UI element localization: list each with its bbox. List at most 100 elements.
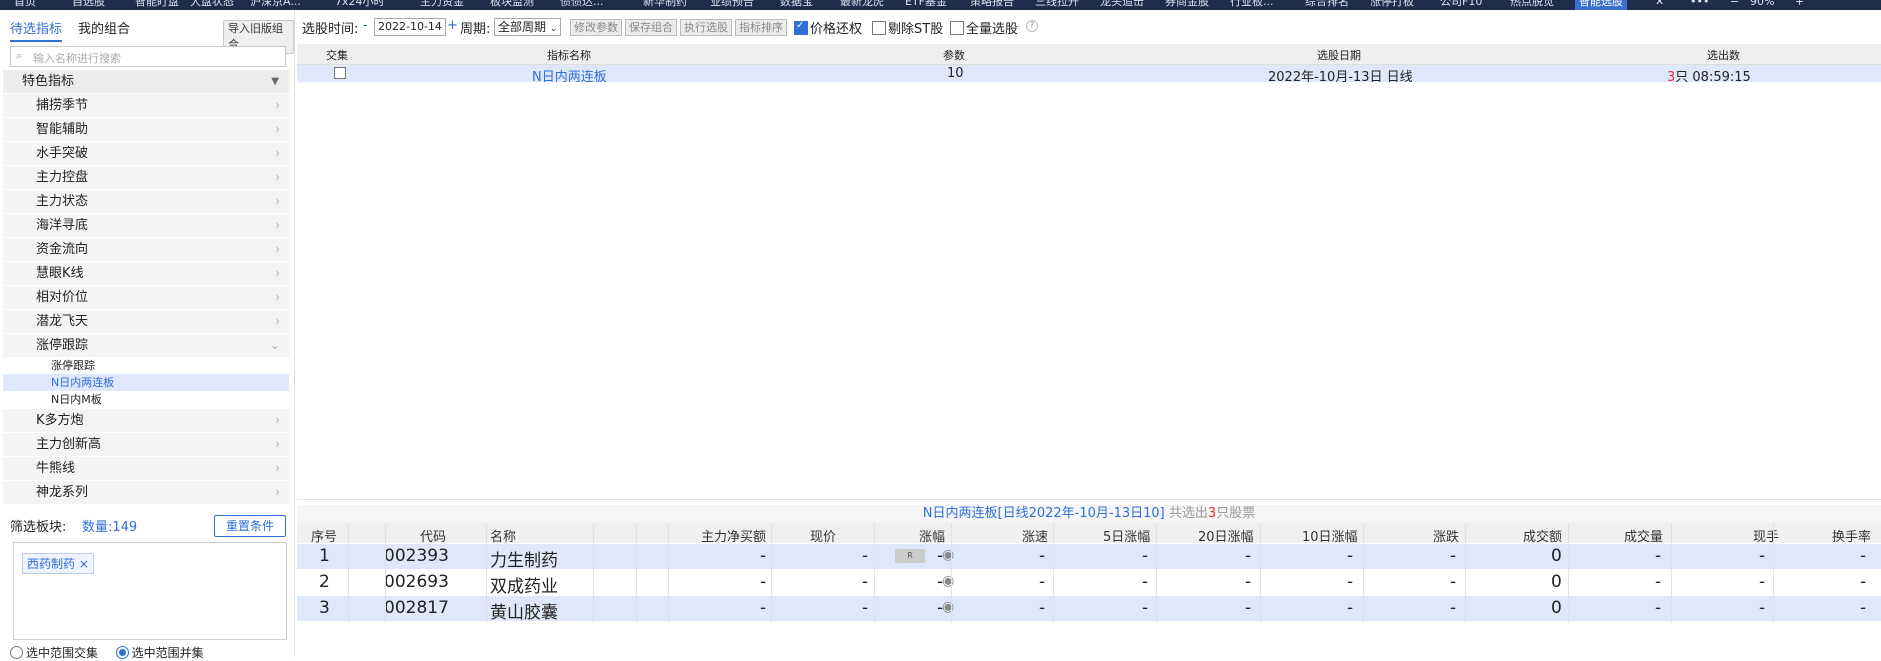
tree-subitem-selected[interactable]: N日内两连板 <box>3 374 289 391</box>
nav-item[interactable]: 债债达... <box>560 0 604 10</box>
nav-item[interactable]: 数据宝 <box>780 0 813 10</box>
eye-icon[interactable]: ◉ <box>942 599 954 615</box>
indicator-sort-button[interactable]: 指标排序 <box>735 19 787 36</box>
tree-subitem[interactable]: N日内M板 <box>3 391 289 408</box>
tree-item[interactable]: 主力状态 › <box>3 189 289 213</box>
col-header[interactable]: 成交量 <box>1624 526 1663 545</box>
tree-item[interactable]: 牛熊线 › <box>3 456 289 480</box>
col-header[interactable]: 10日涨幅 <box>1302 526 1358 545</box>
nav-item[interactable]: ETF基金 <box>905 0 947 10</box>
sector-tag[interactable]: 西药制药 × <box>22 553 94 574</box>
nav-item[interactable]: 新华制药 <box>643 0 687 10</box>
col-header[interactable]: 5日涨幅 <box>1103 526 1150 545</box>
nav-item[interactable]: 业绩预告 <box>710 0 754 10</box>
nav-item[interactable]: 沪深京A... <box>250 0 301 10</box>
col-header[interactable]: 涨跌 <box>1433 526 1459 545</box>
r-badge[interactable]: R <box>895 549 925 563</box>
date-input[interactable]: 2022-10-14 <box>374 18 446 36</box>
reset-conditions-button[interactable]: 重置条件 <box>214 515 286 537</box>
col-header[interactable]: 现手 <box>1753 526 1779 545</box>
tree-item[interactable]: 主力控盘 › <box>3 165 289 189</box>
nav-item[interactable]: 智能盯盘 <box>135 0 179 10</box>
tree-subitem[interactable]: 涨停跟踪 <box>3 357 289 374</box>
results-title: N日内两连板[日线2022年-10月-13日10] <box>922 506 1165 521</box>
more-icon[interactable]: ••• <box>1690 0 1709 10</box>
tree-item[interactable]: 神龙系列 › <box>3 480 289 504</box>
radio-union[interactable] <box>115 646 129 659</box>
table-row[interactable]: 2 002693 双成药业 ◉ - - - - - - - - 0 - - - <box>297 570 1881 597</box>
col-header[interactable]: 成交额 <box>1523 526 1562 545</box>
date-plus-button[interactable]: + <box>447 18 458 33</box>
exclude-st-checkbox[interactable]: 剔除ST股 <box>872 18 943 37</box>
cell-value: 0 <box>1551 572 1562 592</box>
radio-intersection[interactable] <box>10 646 23 659</box>
modify-params-button[interactable]: 修改参数 <box>570 19 622 36</box>
zoom-out-icon[interactable]: − <box>1730 0 1739 10</box>
nav-item[interactable]: 最新龙虎 <box>840 0 884 10</box>
nav-item[interactable]: 涨停打板 <box>1370 0 1414 10</box>
stock-name[interactable]: 力生制药 <box>490 546 558 571</box>
table-row[interactable]: 1 002393 力生制药 R ◉ - - - - - - - - 0 - - … <box>297 544 1881 571</box>
col-header[interactable]: 代码 <box>420 526 446 545</box>
nav-item[interactable]: 三线拉升 <box>1035 0 1079 10</box>
table-row[interactable]: 3 002817 黄山胶囊 ◉ - - - - - - - - 0 - - - <box>297 596 1881 623</box>
tab-my-combos[interactable]: 我的组合 <box>78 18 130 37</box>
nav-item[interactable]: 龙头追击 <box>1100 0 1144 10</box>
cell-value: - <box>1450 598 1457 618</box>
col-header[interactable]: 20日涨幅 <box>1198 526 1254 545</box>
tree-item[interactable]: 智能辅助 › <box>3 117 289 141</box>
nav-item[interactable]: 综合排名 <box>1305 0 1349 10</box>
period-select[interactable]: 全部周期 ⌄ <box>494 18 562 36</box>
tree-item[interactable]: 相对价位 › <box>3 285 289 309</box>
nav-item[interactable]: 公司F10 <box>1440 0 1482 10</box>
price-adjust-checkbox[interactable]: 价格还权 <box>794 18 862 37</box>
tab-candidate-indicators[interactable]: 待选指标 <box>10 18 63 42</box>
tree-item[interactable]: 慧眼K线 › <box>3 261 289 285</box>
help-icon[interactable]: ? <box>1026 20 1038 32</box>
full-select-checkbox[interactable]: 全量选股 <box>950 18 1018 37</box>
tree-item-label: 捕捞季节 <box>36 98 89 113</box>
cell-value: - <box>1347 598 1354 618</box>
stock-name[interactable]: 双成药业 <box>490 572 558 597</box>
tree-item[interactable]: 资金流向 › <box>3 237 289 261</box>
col-header[interactable]: 涨速 <box>1022 526 1048 545</box>
eye-icon[interactable]: ◉ <box>942 547 954 563</box>
tree-group-featured[interactable]: 特色指标 ▼ <box>3 70 289 93</box>
nav-item-smart-select[interactable]: 智能选股 <box>1575 0 1627 10</box>
col-header[interactable]: 名称 <box>490 526 516 545</box>
tree-item[interactable]: 潜龙飞天 › <box>3 309 289 333</box>
tree-item[interactable]: 捕捞季节 › <box>3 93 289 117</box>
range-radio-group: 选中范围交集 选中范围并集 <box>10 644 204 661</box>
stock-name[interactable]: 黄山胶囊 <box>490 598 558 623</box>
tree-item[interactable]: 海洋寻底 › <box>3 213 289 237</box>
col-header[interactable]: 换手率 <box>1832 526 1871 545</box>
nav-item[interactable]: 7x24小时 <box>335 0 385 10</box>
nav-item[interactable]: 行业板... <box>1230 0 1274 10</box>
nav-item[interactable]: 策略报告 <box>970 0 1014 10</box>
zoom-in-icon[interactable]: + <box>1795 0 1804 10</box>
nav-item-watchlist[interactable]: 自选股 <box>72 0 105 10</box>
intersection-checkbox[interactable] <box>334 67 346 79</box>
col-header[interactable]: 涨幅 <box>919 526 945 545</box>
eye-icon[interactable]: ◉ <box>942 573 954 589</box>
col-header[interactable]: 现价 <box>810 526 836 545</box>
date-minus-button[interactable]: - <box>363 18 368 33</box>
nav-item[interactable]: 热点脱觉 <box>1510 0 1554 10</box>
nav-item[interactable]: 主力资金 <box>420 0 464 10</box>
tree-item[interactable]: 水手突破 › <box>3 141 289 165</box>
nav-item[interactable]: 板块监测 <box>490 0 534 10</box>
group-label: 特色指标 <box>22 74 75 89</box>
indicator-table-row[interactable]: N日内两连板 10 2022年-10月-13日 日线 3只 08:59:15 <box>297 65 1881 85</box>
nav-item[interactable]: 大盘状态 <box>190 0 234 10</box>
execute-select-button[interactable]: 执行选股 <box>680 19 732 36</box>
nav-item[interactable]: 券商金股 <box>1165 0 1209 10</box>
tree-item[interactable]: K多方炮 › <box>3 408 289 432</box>
save-combo-button[interactable]: 保存组合 <box>625 19 677 36</box>
tree-item-expanded[interactable]: 涨停跟踪 ⌄ <box>3 333 289 357</box>
nav-item-home[interactable]: 首页 <box>14 0 36 10</box>
col-header[interactable]: 主力净买额 <box>701 526 766 545</box>
search-input[interactable]: ⌕ 输入名称进行搜索 <box>10 46 286 67</box>
tree-item[interactable]: 主力创新高 › <box>3 432 289 456</box>
col-header[interactable]: 序号 <box>311 526 337 545</box>
close-tab-icon[interactable]: ✕ <box>1655 0 1664 10</box>
